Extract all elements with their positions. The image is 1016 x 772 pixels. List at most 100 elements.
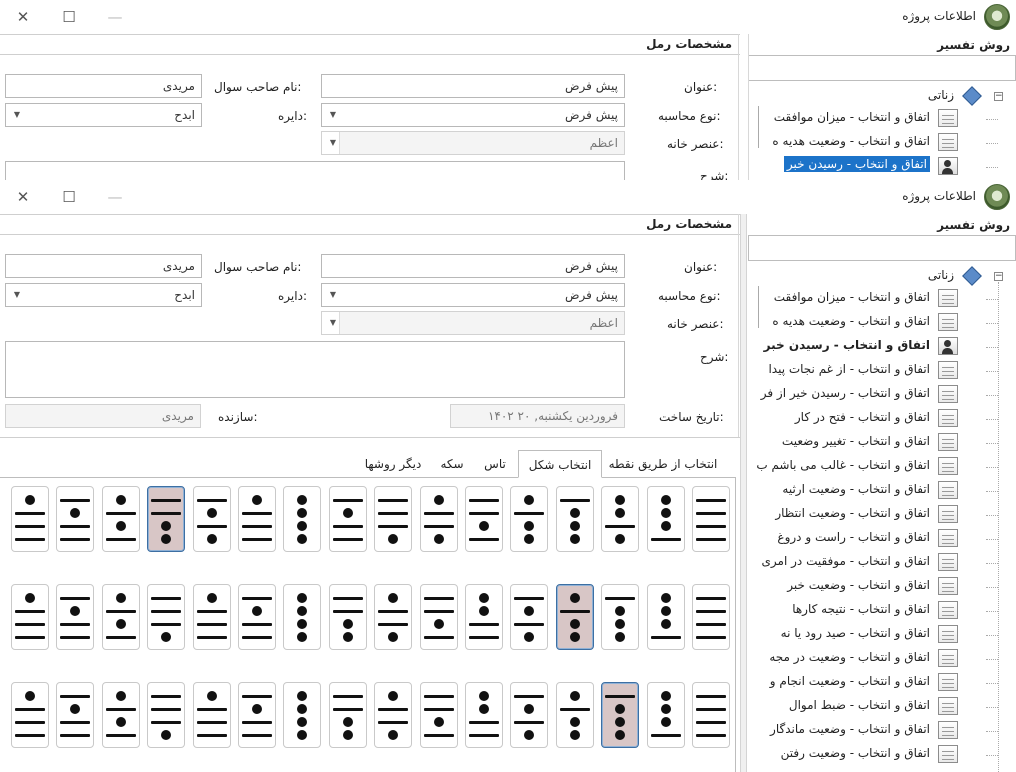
figure-card[interactable] (374, 486, 413, 552)
figure-card[interactable] (374, 682, 413, 748)
circle-select[interactable]: ▼ ابدح (5, 283, 202, 307)
figure-card[interactable] (147, 486, 186, 552)
tree-item[interactable]: اتفاق و انتخاب - فتح در کار (748, 407, 958, 429)
tree-item[interactable]: اتفاق و انتخاب - وضعیت ارثیه (748, 479, 958, 501)
element-select[interactable]: ▼ اعظم (321, 311, 625, 335)
figure-card[interactable] (510, 584, 549, 650)
figure-card[interactable] (465, 584, 503, 650)
collapse-icon[interactable]: − (994, 272, 1003, 281)
splitter-handle[interactable] (740, 214, 747, 772)
figure-card[interactable] (510, 682, 549, 748)
close-icon[interactable]: ✕ (10, 6, 36, 28)
figure-card[interactable] (283, 584, 322, 650)
circle-select[interactable]: ▼ ابدح (5, 103, 202, 127)
figure-card[interactable] (328, 682, 367, 748)
figure-card[interactable] (465, 486, 503, 552)
tree-item[interactable]: اتفاق و انتخاب - میزان موافقت (748, 287, 958, 309)
figure-card[interactable] (238, 682, 276, 748)
figure-card[interactable] (692, 486, 730, 552)
tree-item[interactable]: اتفاق و انتخاب - از غم نجات پیدا (748, 359, 958, 381)
tree-item[interactable]: اتفاق و انتخاب - موفقیت در امری (748, 551, 958, 573)
figure-card[interactable] (101, 682, 140, 748)
figure-card[interactable] (646, 486, 685, 552)
tree-view[interactable]: − زناتی اتفاق و انتخاب - میزان موافقت اتف… (748, 264, 1016, 772)
figure-card[interactable] (11, 584, 49, 650)
tree-item[interactable]: اتفاق و انتخاب - غالب می باشم ب (748, 455, 958, 477)
minimize-icon[interactable]: — (102, 6, 128, 28)
close-icon[interactable]: ✕ (10, 186, 36, 208)
figure-card[interactable] (419, 486, 458, 552)
tree-item[interactable]: اتفاق و انتخاب - راست و دروغ (748, 527, 958, 549)
figure-card[interactable] (328, 584, 367, 650)
tree-item[interactable]: اتفاق و انتخاب - ضبط اموال (748, 695, 958, 717)
minimize-icon[interactable]: — (102, 186, 128, 208)
figure-card[interactable] (147, 682, 186, 748)
figure-card[interactable] (419, 584, 458, 650)
figure-card[interactable] (238, 584, 276, 650)
figure-card[interactable] (192, 486, 231, 552)
tree-item-selected[interactable]: اتفاق و انتخاب - رسیدن خبر (748, 155, 958, 177)
tree-item-selected[interactable]: اتفاق و انتخاب - رسیدن خبر (748, 335, 958, 357)
figure-card[interactable] (283, 486, 322, 552)
figure-card[interactable] (510, 486, 549, 552)
figure-card[interactable] (192, 584, 231, 650)
tree-item[interactable]: اتفاق و انتخاب - رسیدن خیر از فر (748, 383, 958, 405)
sidebar-search-input[interactable] (748, 235, 1016, 261)
tab-other-methods[interactable]: دیگر روشها (356, 450, 430, 478)
calc-type-select[interactable]: ▼ پیش فرض (321, 283, 625, 307)
figure-card[interactable] (101, 584, 140, 650)
collapse-icon[interactable]: − (994, 92, 1003, 101)
tree-root[interactable]: زناتی (928, 268, 954, 282)
figure-card[interactable] (419, 682, 458, 748)
desc-textarea[interactable] (5, 161, 625, 180)
figure-card[interactable] (56, 584, 95, 650)
sidebar-search-input[interactable] (748, 55, 1016, 81)
figure-card[interactable] (11, 486, 49, 552)
figure-card[interactable] (101, 486, 140, 552)
figure-card[interactable] (555, 486, 594, 552)
figure-card[interactable] (601, 486, 640, 552)
tree-item[interactable]: اتفاق و انتخاب - وضعیت انجام و (748, 671, 958, 693)
figure-card[interactable] (555, 584, 594, 650)
figure-card[interactable] (601, 682, 640, 748)
figure-card[interactable] (374, 584, 413, 650)
figure-card[interactable] (147, 584, 186, 650)
figure-card[interactable] (646, 682, 685, 748)
figure-card[interactable] (646, 584, 685, 650)
title-field[interactable]: پیش فرض (321, 74, 625, 98)
figure-card[interactable] (601, 584, 640, 650)
figure-card[interactable] (283, 682, 322, 748)
tree-item[interactable]: اتفاق و انتخاب - وضعیت ماندگار (748, 719, 958, 741)
tree-item[interactable]: اتفاق و انتخاب - تغییر وضعیت (748, 431, 958, 453)
element-select[interactable]: ▼ اعظم (321, 131, 625, 155)
tree-item[interactable]: اتفاق و انتخاب - وضعیت هدیه ه (748, 311, 958, 333)
figure-card[interactable] (555, 682, 594, 748)
tree-root[interactable]: زناتی (928, 88, 954, 102)
maximize-icon[interactable]: ☐ (56, 186, 82, 208)
tab-dice[interactable]: تاس (474, 450, 516, 478)
maximize-icon[interactable]: ☐ (56, 6, 82, 28)
desc-textarea[interactable] (5, 341, 625, 398)
tab-shape-select[interactable]: انتخاب شکل (518, 450, 602, 478)
tree-item[interactable]: اتفاق و انتخاب - وضعیت خبر (748, 575, 958, 597)
tree-item[interactable]: اتفاق و انتخاب - نتیجه کارها (748, 599, 958, 621)
figure-card[interactable] (692, 682, 730, 748)
asker-field[interactable]: مریدی (5, 74, 202, 98)
figure-card[interactable] (56, 486, 95, 552)
tree-item[interactable]: اتفاق و انتخاب - میزان موافقت (748, 107, 958, 129)
tree-view[interactable]: − زناتی اتفاق و انتخاب - میزان موافقت ات… (748, 84, 1016, 180)
tab-point-select[interactable]: انتخاب از طریق نقطه (602, 450, 724, 478)
figure-card[interactable] (192, 682, 231, 748)
figure-card[interactable] (692, 584, 730, 650)
tree-item[interactable]: اتفاق و انتخاب - صید رود یا نه (748, 623, 958, 645)
tree-item[interactable]: اتفاق و انتخاب - وضعیت در مجه (748, 647, 958, 669)
title-field[interactable]: پیش فرض (321, 254, 625, 278)
asker-field[interactable]: مریدی (5, 254, 202, 278)
tree-item[interactable]: اتفاق و انتخاب - وضعیت انتظار (748, 503, 958, 525)
tree-item[interactable]: اتفاق و انتخاب - وضعیت رفتن (748, 743, 958, 765)
figure-card[interactable] (11, 682, 49, 748)
calc-type-select[interactable]: ▼ پیش فرض (321, 103, 625, 127)
figure-card[interactable] (465, 682, 503, 748)
tab-coin[interactable]: سکه (430, 450, 474, 478)
figure-card[interactable] (328, 486, 367, 552)
